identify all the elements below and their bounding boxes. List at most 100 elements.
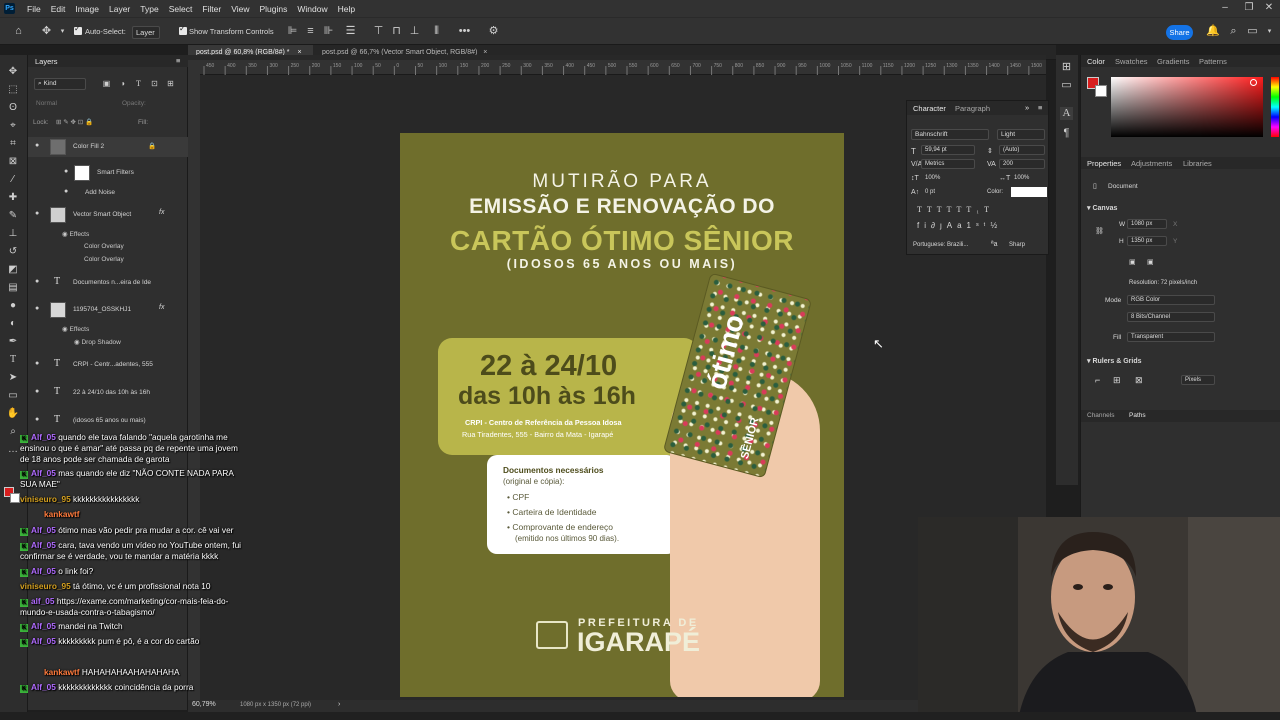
show-transform-checkbox[interactable] <box>179 24 187 35</box>
leading-field[interactable]: (Auto) <box>999 145 1045 155</box>
menu-filter[interactable]: Filter <box>197 4 226 14</box>
bell-icon[interactable]: 🔔 <box>1206 25 1220 38</box>
tab-channels[interactable]: Channels <box>1087 412 1114 419</box>
menu-plugins[interactable]: Plugins <box>254 4 292 14</box>
tab-color[interactable]: Color <box>1087 57 1105 66</box>
filter-type-icon[interactable]: T <box>132 77 145 90</box>
align-center-icon[interactable]: ≡ <box>304 25 317 38</box>
healing-brush-tool-icon[interactable]: ✚ <box>6 191 20 205</box>
orientation-portrait-icon[interactable]: ▣ <box>1129 258 1136 266</box>
hand-tool-icon[interactable]: ✋ <box>6 407 20 421</box>
filter-adjustment-icon[interactable]: ◑ <box>116 77 129 90</box>
canvas-section-title[interactable]: ▾ Canvas <box>1087 204 1117 212</box>
eye-icon[interactable]: ● <box>35 305 39 312</box>
eye-icon[interactable]: ● <box>35 142 39 149</box>
panel-menu-icon[interactable]: ≡ <box>1038 103 1042 112</box>
menu-edit[interactable]: Edit <box>46 4 71 14</box>
layer-row[interactable]: ● T Documentos n...eira de Ide <box>28 273 188 293</box>
workspace-icon[interactable]: ▭ <box>1246 25 1259 38</box>
eye-icon[interactable]: ● <box>64 188 68 195</box>
gear-icon[interactable]: ⚙ <box>487 25 500 38</box>
distribute-icon[interactable]: ☰ <box>344 25 357 38</box>
eraser-tool-icon[interactable]: ◩ <box>6 263 20 277</box>
bit-depth-dropdown[interactable]: 8 Bits/Channel <box>1127 312 1215 322</box>
more-options-icon[interactable]: ••• <box>458 25 471 38</box>
eye-icon[interactable]: ● <box>35 416 39 423</box>
lasso-tool-icon[interactable]: ʘ <box>6 101 20 115</box>
mode-dropdown[interactable]: RGB Color <box>1127 295 1215 305</box>
antialias-dropdown[interactable]: Sharp <box>1009 242 1025 248</box>
filter-smart-object-icon[interactable]: ⊞ <box>164 77 177 90</box>
brush-tool-icon[interactable]: ✎ <box>6 209 20 223</box>
history-brush-tool-icon[interactable]: ↺ <box>6 245 20 259</box>
layer-filter-kind-dropdown[interactable]: ⌕ Kind <box>34 78 86 90</box>
layer-row[interactable]: ● 1195704_OSSKHJ1 fx <box>28 300 188 320</box>
tab-libraries[interactable]: Libraries <box>1183 159 1212 168</box>
tab-adjustments[interactable]: Adjustments <box>1131 159 1172 168</box>
type-tool-icon[interactable]: T <box>6 353 20 367</box>
eyedropper-tool-icon[interactable]: ⁄ <box>6 173 20 187</box>
menu-help[interactable]: Help <box>333 4 360 14</box>
tab-swatches[interactable]: Swatches <box>1115 57 1148 66</box>
tab-paths[interactable]: Paths <box>1129 412 1146 419</box>
paragraph-panel-icon[interactable]: ¶ <box>1060 127 1073 140</box>
opentype-buttons[interactable]: fi∂ȷAa1ˢᵗ½ <box>917 221 1002 230</box>
tab-gradients[interactable]: Gradients <box>1157 57 1190 66</box>
distribute-vertical-icon[interactable]: ⫴ <box>430 25 443 38</box>
menu-layer[interactable]: Layer <box>104 4 135 14</box>
faux-style-buttons[interactable]: TTTTTT₁T <box>917 205 994 214</box>
filter-shape-icon[interactable]: ⊡ <box>148 77 161 90</box>
effect-color-overlay[interactable]: Color Overlay <box>84 256 124 263</box>
units-dropdown[interactable]: Pixels <box>1181 375 1215 385</box>
grid-icon[interactable]: ⊞ <box>1113 375 1121 386</box>
text-color-swatch[interactable] <box>1011 187 1047 197</box>
marquee-tool-icon[interactable]: ⬚ <box>6 83 20 97</box>
poster-artboard[interactable]: MUTIRÃO PARA EMISSÃO E RENOVAÇÃO DO CART… <box>400 133 844 697</box>
filter-pixel-icon[interactable]: ▣ <box>100 77 113 90</box>
language-dropdown[interactable]: Portuguese: Brazili... <box>913 242 968 248</box>
guides-icon[interactable]: ⊠ <box>1135 375 1143 386</box>
background-color-swatch[interactable] <box>1095 85 1107 97</box>
menu-type[interactable]: Type <box>135 4 163 14</box>
align-right-icon[interactable]: ⊪ <box>322 25 335 38</box>
lock-icons[interactable]: ⊞ ✎ ✥ ⊡ 🔒 <box>56 118 93 126</box>
share-button[interactable]: Share <box>1166 25 1193 40</box>
effect-drop-shadow[interactable]: ◉ Drop Shadow <box>74 338 121 346</box>
effect-color-overlay[interactable]: Color Overlay <box>84 243 124 250</box>
menu-select[interactable]: Select <box>164 4 198 14</box>
auto-select-dropdown[interactable]: Layer <box>132 26 160 39</box>
layer-row[interactable]: ● Color Fill 2 🔒 <box>28 137 188 157</box>
color-picker-field[interactable] <box>1111 77 1263 137</box>
align-middle-icon[interactable]: ⊓ <box>390 25 403 38</box>
layer-sub-row[interactable]: ● Add Noise <box>28 183 188 203</box>
tracking-field[interactable]: 200 <box>999 159 1045 169</box>
search-icon[interactable]: ⌕ <box>1227 25 1240 38</box>
comments-panel-icon[interactable]: ▭ <box>1060 79 1073 92</box>
home-icon[interactable]: ⌂ <box>12 25 25 38</box>
eye-icon[interactable]: ● <box>35 210 39 217</box>
layer-row[interactable]: ● T CRPI - Centr...adentes, 555 <box>28 355 188 375</box>
color-picker-handle[interactable] <box>1250 79 1257 86</box>
font-family-dropdown[interactable]: Bahnschrift <box>911 129 989 140</box>
link-icon[interactable]: ⛓ <box>1095 227 1104 235</box>
align-bottom-icon[interactable]: ⊥ <box>408 25 421 38</box>
clone-stamp-tool-icon[interactable]: ⊥ <box>6 227 20 241</box>
zoom-level[interactable]: 60,79% <box>192 701 216 708</box>
eye-icon[interactable]: ● <box>35 360 39 367</box>
close-icon[interactable]: ✕ <box>1258 0 1280 17</box>
gradient-tool-icon[interactable]: ▤ <box>6 281 20 295</box>
tab-patterns[interactable]: Patterns <box>1199 57 1227 66</box>
vertical-scale-field[interactable]: 100% <box>925 175 940 181</box>
move-tool-icon[interactable]: ✥ <box>40 25 53 38</box>
blur-tool-icon[interactable]: ● <box>6 299 20 313</box>
panel-menu-icon[interactable]: ≡ <box>176 56 180 65</box>
path-select-tool-icon[interactable]: ➤ <box>6 371 20 385</box>
layer-row[interactable]: ● Vector Smart Object fx <box>28 205 188 225</box>
layer-sub-row[interactable]: ● Smart Filters <box>28 163 188 183</box>
eye-icon[interactable]: ● <box>64 168 68 175</box>
eye-icon[interactable]: ● <box>35 278 39 285</box>
fill-dropdown[interactable]: Transparent <box>1127 332 1215 342</box>
auto-select-checkbox[interactable] <box>74 24 82 35</box>
hue-slider[interactable] <box>1271 77 1279 137</box>
kerning-field[interactable]: Metrics <box>921 159 975 169</box>
